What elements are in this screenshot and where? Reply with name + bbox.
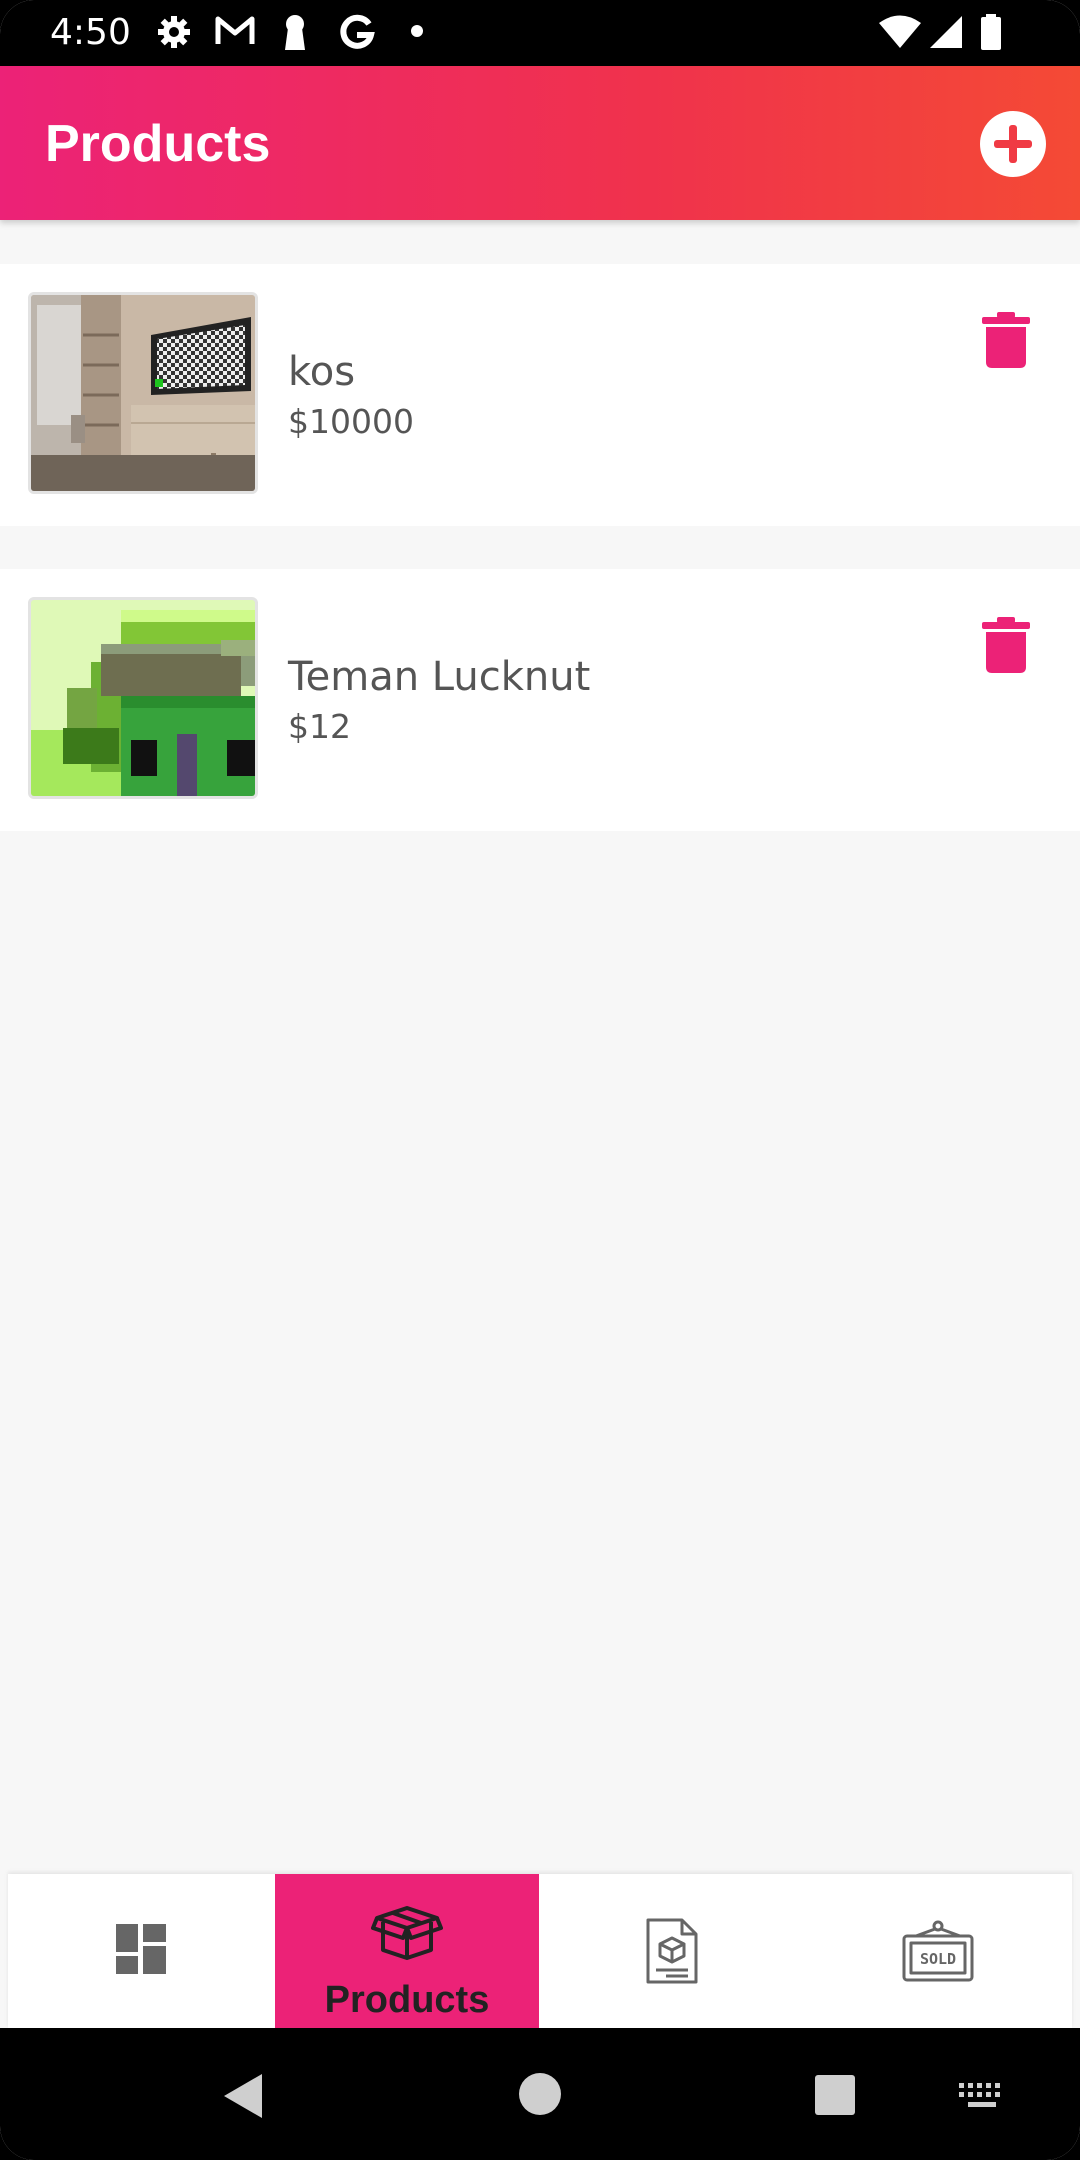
home-icon[interactable]	[518, 2072, 562, 2116]
trash-icon[interactable]	[982, 617, 1030, 673]
product-price: $10000	[288, 402, 414, 441]
document-box-icon	[646, 1918, 698, 1984]
svg-text:SOLD: SOLD	[920, 1950, 956, 1968]
signal-icon	[930, 16, 962, 48]
living-room-tv-thumbnail	[31, 295, 255, 491]
nav-item-sold[interactable]: SOLD	[806, 1874, 1070, 2028]
wifi-icon	[879, 15, 921, 48]
product-name: Teman Lucknut	[288, 654, 591, 700]
recents-icon[interactable]	[814, 2074, 856, 2116]
keyhole-icon	[285, 15, 305, 50]
battery-icon	[981, 14, 1001, 50]
app-bar: Products	[0, 66, 1080, 220]
sold-sign-icon: SOLD	[902, 1920, 974, 1982]
system-navigation-bar	[0, 2028, 1080, 2160]
page-title: Products	[45, 115, 271, 173]
product-card[interactable]: kos $10000	[0, 264, 1080, 526]
add-product-button[interactable]	[980, 111, 1046, 177]
gmail-icon	[215, 16, 255, 44]
nav-item-products[interactable]: Products	[275, 1874, 539, 2028]
product-name: kos	[288, 349, 356, 395]
product-image	[28, 597, 258, 799]
google-g-icon	[340, 14, 375, 49]
app-screen: 4:50 Products kos $10000 Teman Lucknut $…	[0, 0, 1080, 2160]
back-icon[interactable]	[222, 2072, 266, 2120]
dashboard-icon	[116, 1924, 166, 1974]
nav-label-products: Products	[324, 1979, 490, 2021]
product-price: $12	[288, 707, 351, 746]
product-image	[28, 292, 258, 494]
dot-icon	[411, 25, 423, 37]
nav-item-dashboard[interactable]	[8, 1874, 272, 2028]
box-icon	[371, 1906, 443, 1960]
pixel-art-house-thumbnail	[31, 600, 255, 796]
bottom-navigation: Products SOLD	[8, 1874, 1072, 2028]
gear-icon	[158, 16, 190, 48]
nav-item-invoices[interactable]	[540, 1874, 804, 2028]
product-card[interactable]: Teman Lucknut $12	[0, 569, 1080, 831]
keyboard-icon[interactable]	[958, 2082, 1006, 2112]
status-time: 4:50	[50, 12, 131, 53]
status-bar: 4:50	[0, 0, 1080, 66]
trash-icon[interactable]	[982, 312, 1030, 368]
